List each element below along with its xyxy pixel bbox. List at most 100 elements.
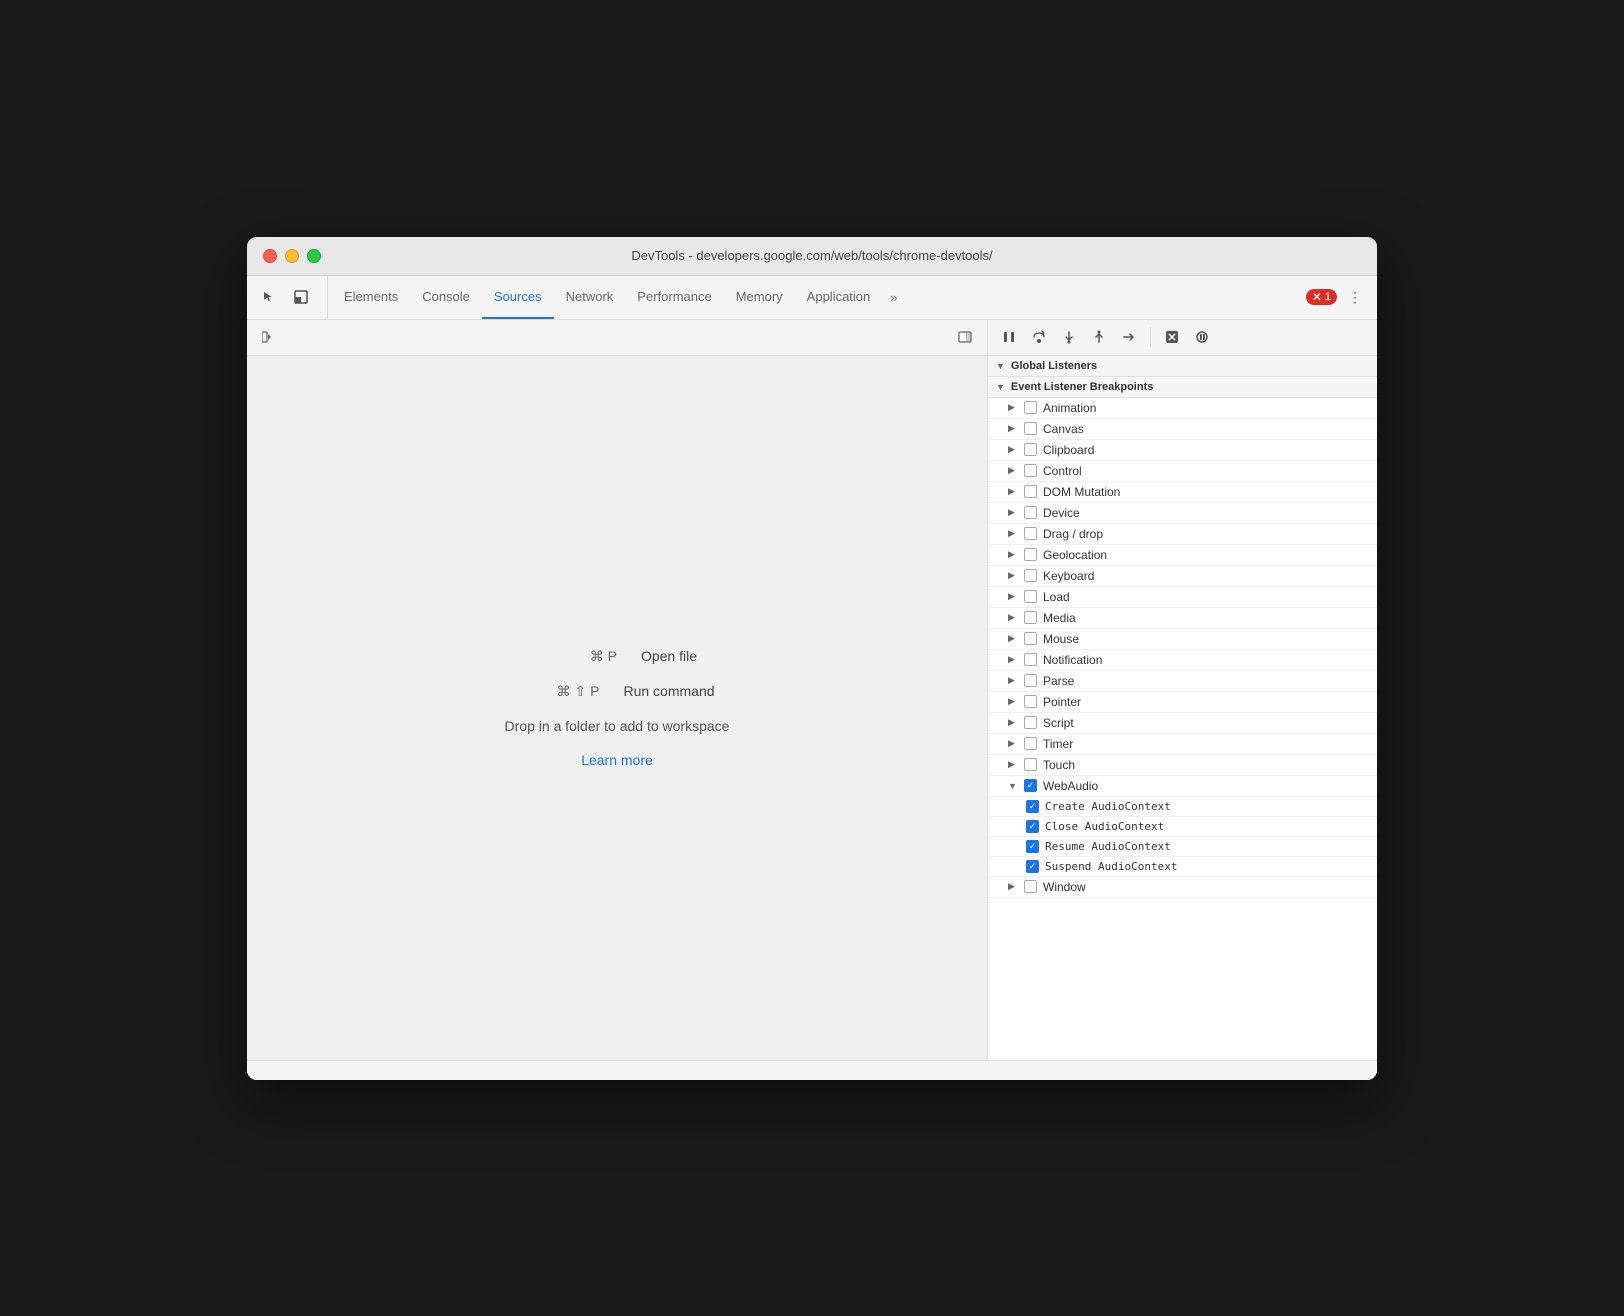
blackbox-icon[interactable] [1159, 324, 1185, 350]
tab-memory[interactable]: Memory [724, 276, 795, 319]
tab-network[interactable]: Network [554, 276, 626, 319]
panel-right-toggle-icon[interactable] [951, 323, 979, 351]
step-out-button[interactable] [1086, 324, 1112, 350]
bp-canvas[interactable]: ▶ Canvas [988, 419, 1377, 440]
expand-icon-touch: ▶ [1008, 759, 1018, 770]
step-over-button[interactable] [1026, 324, 1052, 350]
bp-label-animation: Animation [1043, 401, 1096, 415]
expand-icon-window: ▶ [1008, 881, 1018, 892]
bp-checkbox-load[interactable] [1024, 590, 1037, 603]
bp-checkbox-notification[interactable] [1024, 653, 1037, 666]
tab-sources[interactable]: Sources [482, 276, 554, 319]
minimize-button[interactable] [285, 249, 299, 263]
bp-label-script: Script [1043, 716, 1074, 730]
open-file-label: Open file [641, 648, 697, 664]
open-file-keys: ⌘ P [537, 648, 617, 665]
drop-text: Drop in a folder to add to workspace [505, 718, 730, 734]
bp-checkbox-timer[interactable] [1024, 737, 1037, 750]
bp-resume-audio-context[interactable]: Resume AudioContext [988, 837, 1377, 857]
bp-checkbox-pointer[interactable] [1024, 695, 1037, 708]
bp-webaudio[interactable]: ▼ WebAudio [988, 776, 1377, 797]
bp-checkbox-suspend-audio-context[interactable] [1026, 860, 1039, 873]
bp-pointer[interactable]: ▶ Pointer [988, 692, 1377, 713]
dock-icon[interactable] [287, 283, 315, 311]
bp-checkbox-script[interactable] [1024, 716, 1037, 729]
bp-load[interactable]: ▶ Load [988, 587, 1377, 608]
global-listeners-header[interactable]: ▼ Global Listeners [988, 356, 1377, 377]
tab-application[interactable]: Application [795, 276, 883, 319]
bp-checkbox-mouse[interactable] [1024, 632, 1037, 645]
bp-timer[interactable]: ▶ Timer [988, 734, 1377, 755]
panel-toggle-icon[interactable] [255, 323, 283, 351]
bp-close-audio-context[interactable]: Close AudioContext [988, 817, 1377, 837]
tab-bar: Elements Console Sources Network Perform… [247, 276, 1377, 320]
learn-more-link[interactable]: Learn more [581, 752, 653, 768]
bp-keyboard[interactable]: ▶ Keyboard [988, 566, 1377, 587]
step-into-button[interactable] [1056, 324, 1082, 350]
bp-drag-drop[interactable]: ▶ Drag / drop [988, 524, 1377, 545]
deactivate-breakpoints-button[interactable] [1189, 324, 1215, 350]
bp-checkbox-resume-audio-context[interactable] [1026, 840, 1039, 853]
bp-media[interactable]: ▶ Media [988, 608, 1377, 629]
bp-checkbox-geolocation[interactable] [1024, 548, 1037, 561]
bp-checkbox-drag-drop[interactable] [1024, 527, 1037, 540]
bp-dom-mutation[interactable]: ▶ DOM Mutation [988, 482, 1377, 503]
bp-checkbox-create-audio-context[interactable] [1026, 800, 1039, 813]
expand-icon-script: ▶ [1008, 717, 1018, 728]
bp-window[interactable]: ▶ Window [988, 877, 1377, 898]
expand-icon-webaudio: ▼ [1008, 781, 1018, 791]
bp-checkbox-animation[interactable] [1024, 401, 1037, 414]
bp-label-media: Media [1043, 611, 1076, 625]
bp-parse[interactable]: ▶ Parse [988, 671, 1377, 692]
bp-checkbox-webaudio[interactable] [1024, 779, 1037, 792]
bp-script[interactable]: ▶ Script [988, 713, 1377, 734]
breakpoints-panel: ▼ Global Listeners ▼ Event Listener Brea… [988, 356, 1377, 1060]
tab-elements[interactable]: Elements [332, 276, 410, 319]
bp-label-device: Device [1043, 506, 1080, 520]
tab-performance[interactable]: Performance [625, 276, 723, 319]
tab-console[interactable]: Console [410, 276, 482, 319]
bp-animation[interactable]: ▶ Animation [988, 398, 1377, 419]
maximize-button[interactable] [307, 249, 321, 263]
bp-checkbox-control[interactable] [1024, 464, 1037, 477]
bp-checkbox-parse[interactable] [1024, 674, 1037, 687]
bp-control[interactable]: ▶ Control [988, 461, 1377, 482]
expand-icon-drag-drop: ▶ [1008, 528, 1018, 539]
close-button[interactable] [263, 249, 277, 263]
bp-checkbox-canvas[interactable] [1024, 422, 1037, 435]
bp-create-audio-context[interactable]: Create AudioContext [988, 797, 1377, 817]
run-command-label: Run command [623, 683, 714, 699]
bp-label-touch: Touch [1043, 758, 1075, 772]
error-badge[interactable]: ✕ 1 [1306, 289, 1337, 305]
bp-label-geolocation: Geolocation [1043, 548, 1107, 562]
left-panel-content: ⌘ P Open file ⌘ ⇧ P Run command Drop in … [247, 356, 987, 1060]
bp-clipboard[interactable]: ▶ Clipboard [988, 440, 1377, 461]
pause-button[interactable] [996, 324, 1022, 350]
expand-icon-media: ▶ [1008, 612, 1018, 623]
more-tabs-button[interactable]: » [882, 276, 905, 319]
bp-checkbox-keyboard[interactable] [1024, 569, 1037, 582]
event-listener-breakpoints-label: Event Listener Breakpoints [1011, 381, 1153, 393]
bp-geolocation[interactable]: ▶ Geolocation [988, 545, 1377, 566]
bp-notification[interactable]: ▶ Notification [988, 650, 1377, 671]
more-options-icon[interactable]: ⋮ [1341, 283, 1369, 311]
bp-mouse[interactable]: ▶ Mouse [988, 629, 1377, 650]
bp-checkbox-dom-mutation[interactable] [1024, 485, 1037, 498]
bp-checkbox-media[interactable] [1024, 611, 1037, 624]
bp-touch[interactable]: ▶ Touch [988, 755, 1377, 776]
bp-checkbox-device[interactable] [1024, 506, 1037, 519]
event-listener-breakpoints-header[interactable]: ▼ Event Listener Breakpoints [988, 377, 1377, 398]
bp-label-window: Window [1043, 880, 1086, 894]
bp-checkbox-close-audio-context[interactable] [1026, 820, 1039, 833]
step-button[interactable] [1116, 324, 1142, 350]
bp-checkbox-window[interactable] [1024, 880, 1037, 893]
toolbar-divider [1150, 327, 1151, 347]
bp-checkbox-clipboard[interactable] [1024, 443, 1037, 456]
bp-suspend-audio-context[interactable]: Suspend AudioContext [988, 857, 1377, 877]
bp-label-dom-mutation: DOM Mutation [1043, 485, 1120, 499]
cursor-icon[interactable] [255, 283, 283, 311]
bp-checkbox-touch[interactable] [1024, 758, 1037, 771]
expand-arrow-global: ▼ [996, 361, 1005, 371]
expand-icon-load: ▶ [1008, 591, 1018, 602]
bp-device[interactable]: ▶ Device [988, 503, 1377, 524]
